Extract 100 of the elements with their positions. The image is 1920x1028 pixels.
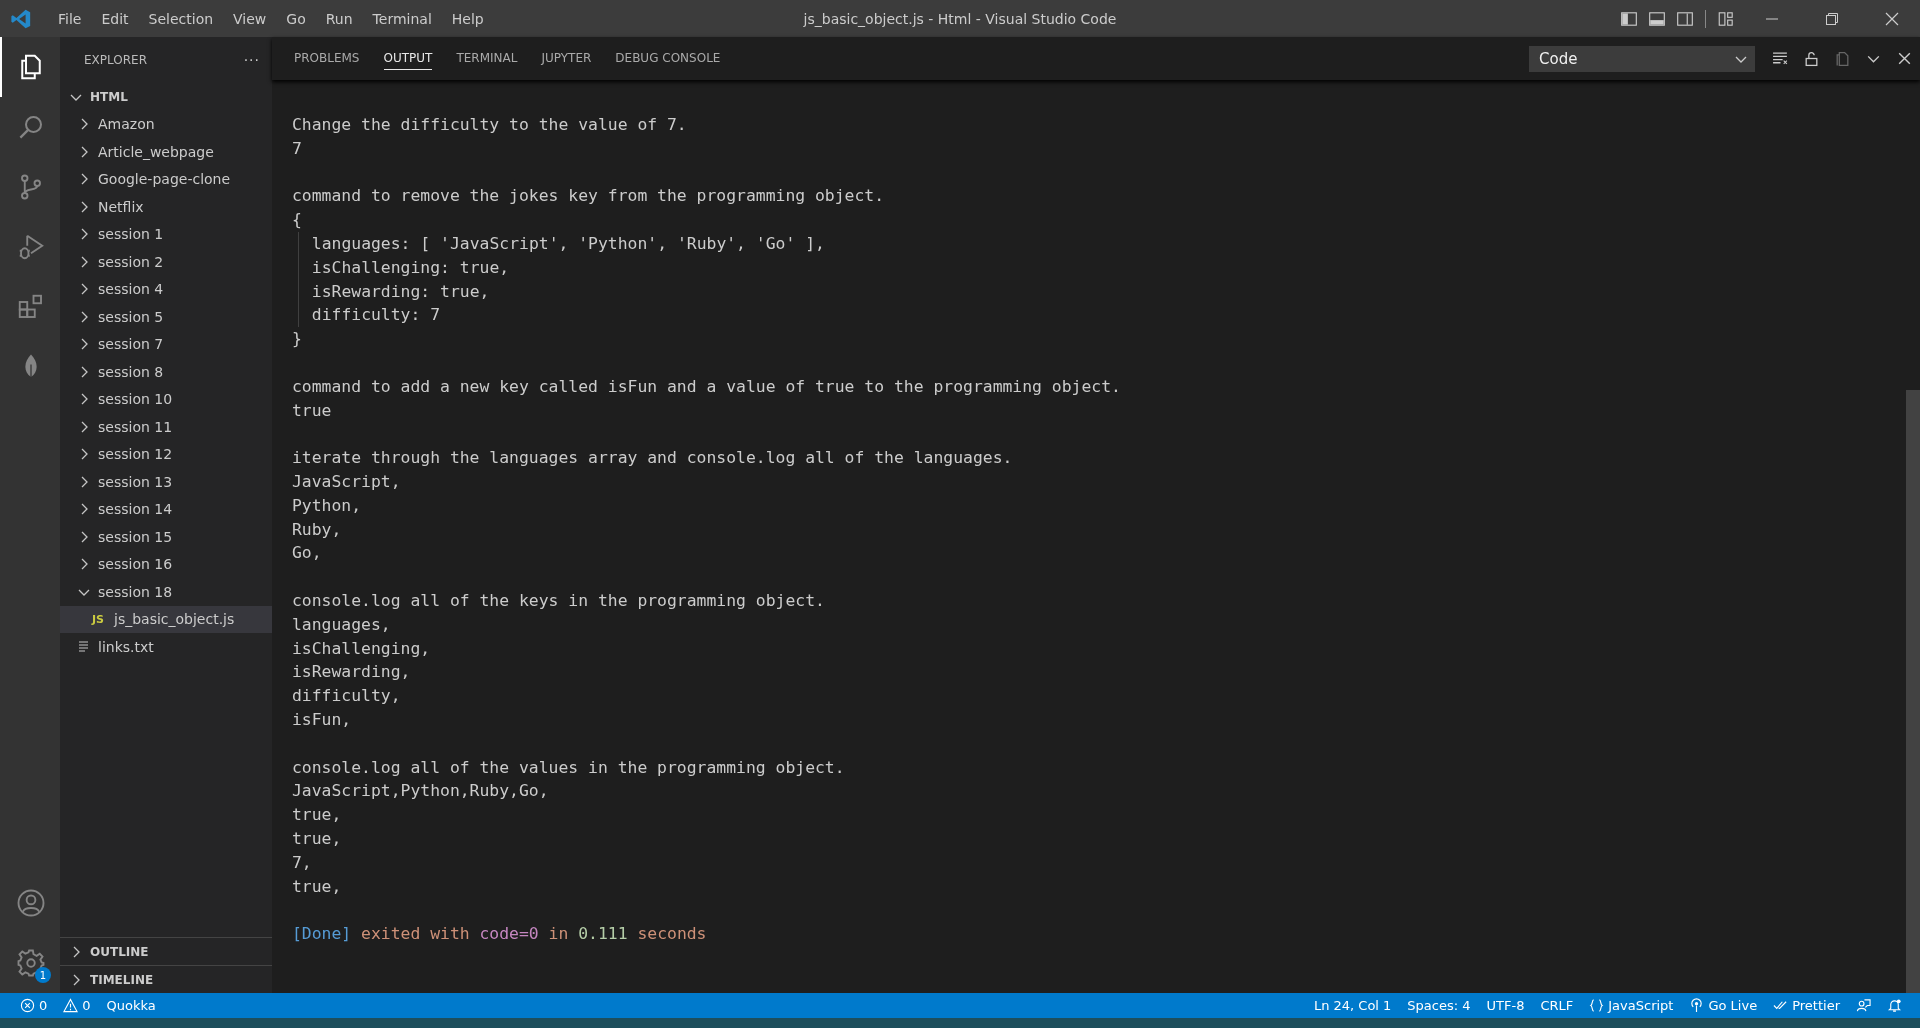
output-line: iterate through the languages array and console.log all of the languages. xyxy=(292,448,1013,468)
tree-item[interactable]: JS js_basic_object.js xyxy=(60,605,272,633)
output-line: isChallenging: true, xyxy=(311,257,510,277)
panel-tab[interactable]: JUPYTER xyxy=(541,47,592,70)
tree-item[interactable]: session 12 xyxy=(60,440,272,468)
output-line: JavaScript,Python,Ruby,Go, xyxy=(292,781,549,801)
output-channel-dropdown[interactable]: Code xyxy=(1529,45,1755,72)
status-item[interactable]: Prettier xyxy=(1773,998,1840,1013)
tree-item[interactable]: HTML xyxy=(60,83,272,111)
output-line: 7, xyxy=(292,852,312,872)
status-item[interactable]: Go Live xyxy=(1689,998,1758,1013)
tree-item[interactable]: Amazon xyxy=(60,110,272,138)
menu-item[interactable]: Run xyxy=(315,10,363,27)
output-line: isRewarding: true, xyxy=(311,281,490,301)
output-line: Change the difficulty to the value of 7. xyxy=(292,115,687,134)
broadcast-icon xyxy=(1689,998,1705,1013)
more-actions-button[interactable]: ··· xyxy=(243,52,260,68)
output-line: languages: [ 'JavaScript', 'Python', 'Ruby', 'Go' ], xyxy=(311,234,825,253)
status-item[interactable]: CRLF xyxy=(1540,998,1574,1013)
sidebar-title: EXPLORER xyxy=(84,53,147,67)
feedback-icon[interactable] xyxy=(1856,998,1871,1013)
toggle-sidebar-icon[interactable] xyxy=(1620,9,1638,28)
menu-item[interactable]: Edit xyxy=(91,10,139,27)
status-item[interactable]: Ln 24, Col 1 xyxy=(1313,998,1392,1013)
window-title: js_basic_object.js - Html - Visual Studio Code xyxy=(803,10,1117,27)
output-line: command to remove the jokes key from the programming object. xyxy=(292,186,885,206)
toggle-secondary-sidebar-icon[interactable] xyxy=(1676,9,1694,28)
status-item[interactable]: 0 xyxy=(63,998,91,1013)
tree-item[interactable]: session 16 xyxy=(60,550,272,578)
menu-item[interactable]: Terminal xyxy=(362,10,442,27)
tree-item[interactable]: session 13 xyxy=(60,468,272,496)
error-icon xyxy=(20,998,35,1013)
layout-icon[interactable] xyxy=(1717,9,1735,28)
menu-item[interactable]: Selection xyxy=(138,10,224,27)
panel-tab[interactable]: DEBUG CONSOLE xyxy=(615,47,721,70)
tree-item[interactable]: Article_webpage xyxy=(60,138,272,166)
toggle-panel-icon[interactable] xyxy=(1648,9,1666,28)
output-line: } xyxy=(292,329,302,349)
output-line: isFun, xyxy=(292,709,352,729)
close-icon[interactable] xyxy=(1884,10,1900,27)
tree-item[interactable]: session 14 xyxy=(60,495,272,523)
bell-icon[interactable] xyxy=(1887,998,1902,1013)
output-line: true, xyxy=(292,828,342,848)
js-file-icon: JS xyxy=(92,612,108,626)
status-item[interactable]: JavaScript xyxy=(1589,998,1674,1013)
tree-item[interactable]: Netflix xyxy=(60,193,272,221)
output-line: JavaScript, xyxy=(292,471,401,491)
tree-item[interactable]: session 4 xyxy=(60,275,272,303)
menu-item[interactable]: Help xyxy=(441,10,494,27)
menu-item[interactable]: View xyxy=(223,10,277,27)
output-line: difficulty: 7 xyxy=(311,305,441,325)
output-line: [Done] exited with code=0 in 0.111 seconds xyxy=(292,924,707,944)
warning-icon xyxy=(63,998,79,1013)
status-item[interactable]: UTF-8 xyxy=(1486,998,1525,1013)
output-line: difficulty, xyxy=(292,686,401,706)
output-line: Go, xyxy=(292,543,322,563)
tree-item[interactable]: session 1 xyxy=(60,220,272,248)
notification-badge: 1 xyxy=(35,967,51,983)
output-line: { xyxy=(292,210,302,230)
output-line: true, xyxy=(292,805,342,825)
tree-item[interactable]: session 5 xyxy=(60,303,272,331)
tree-item[interactable]: session 11 xyxy=(60,413,272,441)
output-line: true xyxy=(292,400,332,420)
tree-item[interactable]: session 7 xyxy=(60,330,272,358)
lock-icon[interactable] xyxy=(1803,50,1820,67)
status-item[interactable]: 0 xyxy=(20,998,48,1013)
output-line: isChallenging, xyxy=(292,638,431,658)
menu-item[interactable]: Go xyxy=(276,10,316,27)
panel-tab[interactable]: TERMINAL xyxy=(456,47,518,70)
output-line: console.log all of the values in the programming object. xyxy=(292,757,845,777)
output-line: isRewarding, xyxy=(292,662,411,682)
tree-item[interactable]: session 18 xyxy=(60,578,272,606)
output-line: 7 xyxy=(292,138,302,158)
settings-icon[interactable] xyxy=(16,948,46,978)
status-item[interactable]: Spaces: 4 xyxy=(1407,998,1471,1013)
output-line: Python, xyxy=(292,495,362,515)
tree-item[interactable]: session 8 xyxy=(60,358,272,386)
tree-item[interactable]: session 10 xyxy=(60,385,272,413)
account-icon[interactable] xyxy=(16,888,46,918)
copy-icon[interactable] xyxy=(1834,50,1851,67)
braces-icon xyxy=(1589,998,1605,1013)
menu-item[interactable]: File xyxy=(48,10,92,27)
restore-icon[interactable] xyxy=(1824,10,1840,27)
panel-tab[interactable]: PROBLEMS xyxy=(294,47,360,70)
tree-item[interactable]: Google-page-clone xyxy=(60,165,272,193)
panel-tab[interactable]: OUTPUT xyxy=(383,47,433,70)
output-line: languages, xyxy=(292,614,391,634)
output-line: Ruby, xyxy=(292,519,342,539)
tree-item[interactable]: session 15 xyxy=(60,523,272,551)
app-logo-icon xyxy=(10,7,32,30)
close-icon[interactable] xyxy=(1896,50,1913,67)
output-line: true, xyxy=(292,876,342,896)
status-item[interactable]: Quokka xyxy=(106,998,156,1013)
output-line: command to add a new key called isFun and a value of true to the programming object. xyxy=(292,376,1121,396)
output-line: console.log all of the keys in the programming object. xyxy=(292,590,825,610)
clear-output-icon[interactable] xyxy=(1772,50,1789,67)
scrollbar-thumb[interactable] xyxy=(1906,390,1920,993)
section-header[interactable]: OUTLINE xyxy=(60,937,272,965)
tree-item[interactable]: session 2 xyxy=(60,248,272,276)
tree-item[interactable]: links.txt xyxy=(60,633,272,661)
